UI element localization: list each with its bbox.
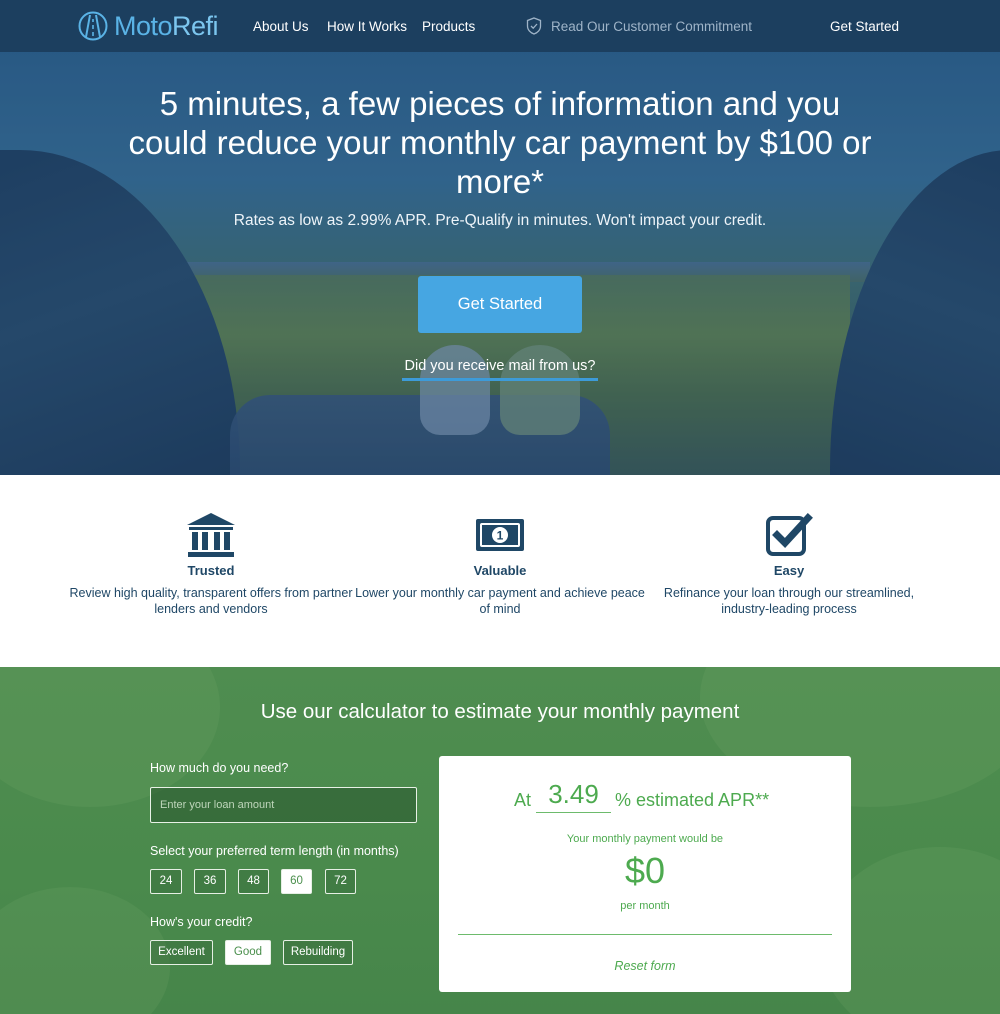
apr-suffix: % estimated APR** xyxy=(615,790,770,810)
card-divider xyxy=(458,934,832,935)
hero-overlay xyxy=(0,0,1000,475)
term-option-36[interactable]: 36 xyxy=(194,869,226,894)
nav-get-started[interactable]: Get Started xyxy=(830,18,899,36)
bg-foliage xyxy=(0,667,220,807)
svg-text:1: 1 xyxy=(497,529,504,543)
calculator-title: Use our calculator to estimate your mont… xyxy=(260,700,740,723)
brand-logo[interactable]: MotoRefi xyxy=(78,10,219,42)
customer-commitment-link[interactable]: Read Our Customer Commitment xyxy=(526,17,752,35)
payment-result-card: At 3.49 % estimated APR** Your monthly p… xyxy=(439,756,851,992)
apr-value: 3.49 xyxy=(536,778,611,813)
money-icon: 1 xyxy=(476,519,524,551)
credit-option-excellent[interactable]: Excellent xyxy=(150,940,213,965)
brand-name: MotoRefi xyxy=(114,11,219,41)
bg-foliage xyxy=(0,887,170,1014)
customer-commitment-label: Read Our Customer Commitment xyxy=(551,18,753,34)
features-section: Trusted Review high quality, transparent… xyxy=(0,475,1000,667)
feature-description: Refinance your loan through our streamli… xyxy=(663,586,915,616)
per-month-label: per month xyxy=(620,900,670,912)
apr-row: At 3.49 % estimated APR** xyxy=(439,778,851,818)
bank-icon xyxy=(187,513,235,557)
feature-description: Review high quality, transparent offers … xyxy=(69,586,353,616)
mail-received-link[interactable]: Did you receive mail from us? xyxy=(402,357,598,381)
feature-title: Trusted xyxy=(187,563,235,578)
loan-amount-label: How much do you need? xyxy=(150,761,289,775)
checkbox-icon xyxy=(766,513,813,556)
hero-headline: 5 minutes, a few pieces of information a… xyxy=(128,85,872,200)
feature-title: Valuable xyxy=(473,563,527,578)
feature-description: Lower your monthly car payment and achie… xyxy=(355,586,645,616)
term-length-label: Select your preferred term length (in mo… xyxy=(150,844,399,858)
nav-about-us[interactable]: About Us xyxy=(253,18,309,36)
payment-amount: $0 xyxy=(624,850,666,891)
nav-how-it-works[interactable]: How It Works xyxy=(327,18,407,36)
shield-check-icon xyxy=(526,17,542,35)
credit-option-good[interactable]: Good xyxy=(225,940,271,965)
brand-name-part2: Refi xyxy=(172,11,219,41)
credit-label: How's your credit? xyxy=(150,915,253,929)
reset-form-link[interactable]: Reset form xyxy=(439,958,851,974)
hero-subline: Rates as low as 2.99% APR. Pre-Qualify i… xyxy=(233,212,767,229)
payment-label: Your monthly payment would be xyxy=(566,833,724,845)
top-nav: MotoRefi About Us How It Works Products … xyxy=(0,0,1000,52)
road-logo-icon xyxy=(78,11,108,41)
term-option-24[interactable]: 24 xyxy=(150,869,182,894)
loan-amount-input[interactable] xyxy=(150,787,417,823)
apr-prefix: At xyxy=(514,790,532,810)
hero-section: 5 minutes, a few pieces of information a… xyxy=(0,0,1000,475)
credit-option-rebuilding[interactable]: Rebuilding xyxy=(283,940,353,965)
hero-get-started-button[interactable]: Get Started xyxy=(418,276,582,333)
brand-name-part1: Moto xyxy=(114,11,173,41)
term-option-60[interactable]: 60 xyxy=(281,869,312,894)
calculator-section: Use our calculator to estimate your mont… xyxy=(0,667,1000,1014)
nav-products[interactable]: Products xyxy=(422,18,475,36)
term-option-72[interactable]: 72 xyxy=(325,869,356,894)
term-option-48[interactable]: 48 xyxy=(238,869,269,894)
feature-title: Easy xyxy=(773,563,805,578)
